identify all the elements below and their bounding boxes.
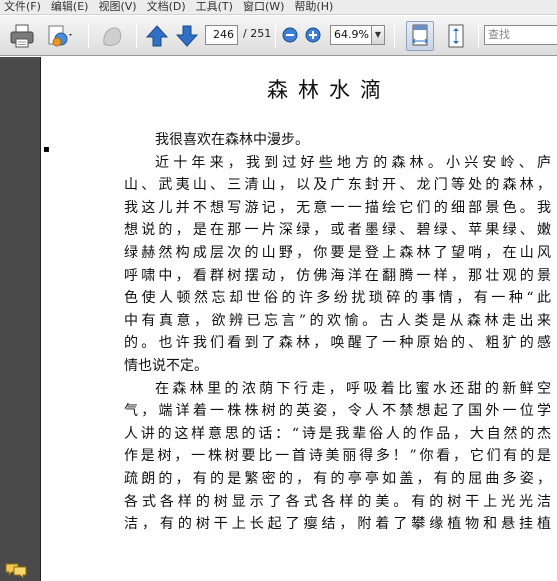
text-line: 各式各样的树显示了各式各样的美。有的树干上光光洁 (124, 493, 551, 510)
document-body: 我很喜欢在森林中漫步。 近十年来，我到过好些地方的森林。小兴安岭、庐 山、武夷山… (124, 129, 551, 536)
plus-circle-icon (305, 27, 321, 43)
fit-page-icon (448, 24, 464, 48)
text-line: 情也说不定。 (124, 357, 208, 374)
comment-bubbles-icon (5, 563, 27, 580)
comments-button[interactable] (4, 562, 28, 580)
text-line: 的。也许我们看到了森林，唤醒了一种原始的、粗犷的感 (124, 335, 551, 352)
arrow-down-icon (175, 25, 199, 47)
arrow-up-icon (145, 25, 169, 47)
text-line: 作是树，一株树要比一首诗美丽得多！”你看，它们有的是 (124, 448, 551, 465)
text-line: 气，端详着一株株树的英姿，令人不禁想起了国外一位学 (124, 403, 551, 420)
zoom-in-button[interactable] (305, 27, 321, 43)
printer-icon (10, 24, 34, 48)
menu-document[interactable]: 文档(D) (143, 0, 192, 14)
menu-window[interactable]: 窗口(W) (239, 0, 290, 14)
fit-width-icon (412, 24, 428, 46)
menu-file[interactable]: 文件(F) (0, 0, 47, 14)
menu-view[interactable]: 视图(V) (94, 0, 142, 14)
text-line: 山、武夷山、三清山，以及广东封开、龙门等处的森林， (124, 177, 551, 194)
search-input[interactable]: 查找 (484, 25, 557, 45)
review-icon (48, 25, 72, 47)
page-total-label: / 251 (243, 27, 272, 40)
menu-edit[interactable]: 编辑(E) (47, 0, 95, 14)
menu-tools[interactable]: 工具(T) (192, 0, 239, 14)
text-line: 色使人顿然忘却世俗的许多纷扰琐碎的事情，有一种“此 (124, 290, 551, 307)
minus-circle-icon (282, 27, 298, 43)
text-line: 我这儿并不想写游记，无意一一描绘它们的细部景色。我 (124, 199, 551, 216)
zoom-level-input[interactable]: 64.9% (330, 25, 372, 45)
text-line: 近十年来，我到过好些地方的森林。小兴安岭、庐 (155, 154, 551, 171)
menu-help[interactable]: 帮助(H) (290, 0, 339, 14)
chevron-down-icon: ▼ (374, 30, 382, 39)
toolbar: 246 / 251 64.9% ▼ 查找 (0, 16, 557, 56)
fit-page-button[interactable] (442, 22, 470, 50)
fit-width-button[interactable] (406, 21, 434, 51)
text-line: 我很喜欢在森林中漫步。 (155, 132, 309, 148)
text-line: 呼啸中，看群树摆动，仿佛海洋在翻腾一样，那壮观的景 (124, 267, 551, 284)
page-number-input[interactable]: 246 (205, 25, 238, 45)
text-line: 中有真意，欲辨已忘言”的欢愉。古人类是从森林走出来 (124, 312, 551, 329)
tool-button-disabled[interactable] (98, 22, 126, 50)
text-line: 绿赫然构成层次的山野，你要是登上森林了望哨，在山风 (124, 244, 551, 261)
text-line: 人讲的这样意思的话：“诗是我辈俗人的作品，大自然的杰 (124, 425, 551, 442)
text-line: 在森林里的浓荫下行走，呼吸着比蜜水还甜的新鲜空 (155, 380, 551, 397)
menu-bar: 文件(F) 编辑(E) 视图(V) 文档(D) 工具(T) 窗口(W) 帮助(H… (0, 0, 557, 15)
navigation-panel (0, 57, 40, 581)
document-page: 森林水滴 ▪ 我很喜欢在森林中漫步。 近十年来，我到过好些地方的森林。小兴安岭、… (41, 57, 557, 581)
text-line: 疏朗的，有的是繁密的，有的亭亭如盖，有的屈曲多姿， (124, 470, 551, 487)
chapter-title: 森林水滴 (267, 78, 391, 102)
text-line: 洁，有的树干上长起了瘿结，附着了攀缘植物和悬挂植 (124, 516, 551, 533)
text-line: 想说的，是在那一片深绿，或者墨绿、碧绿、苹果绿、嫩 (124, 222, 551, 239)
previous-page-button[interactable] (145, 24, 169, 48)
review-button[interactable] (44, 22, 76, 50)
zoom-out-button[interactable] (282, 27, 298, 43)
zoom-dropdown-button[interactable]: ▼ (371, 25, 385, 45)
page-marker: ▪ (43, 144, 50, 155)
next-page-button[interactable] (175, 24, 199, 48)
hand-tool-icon (103, 27, 122, 46)
print-button[interactable] (8, 22, 36, 50)
